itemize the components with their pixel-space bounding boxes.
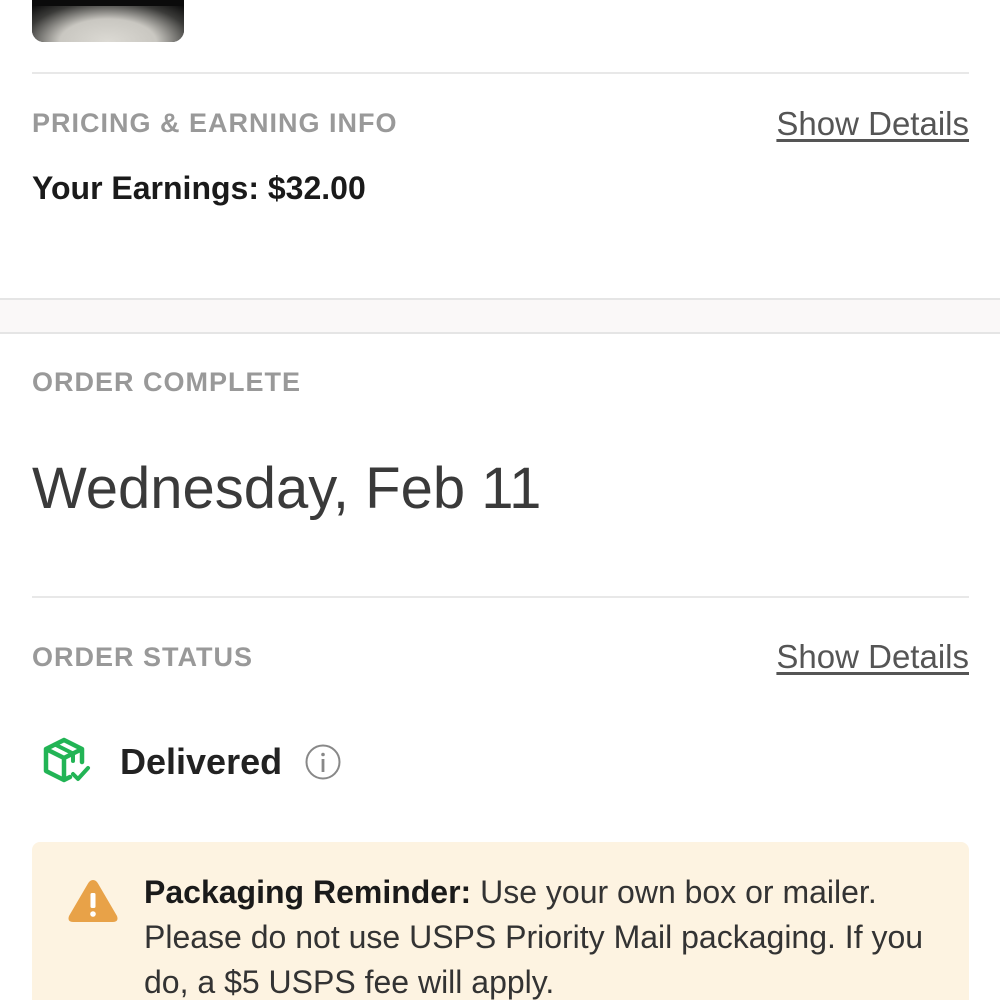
packaging-reminder-notice: Packaging Reminder: Use your own box or … — [32, 842, 969, 1000]
pricing-show-details-link[interactable]: Show Details — [776, 105, 969, 143]
order-status-label: ORDER STATUS — [32, 642, 253, 672]
info-icon[interactable] — [304, 743, 342, 781]
order-detail-page: PRICING & EARNING INFO Show Details Your… — [0, 0, 1000, 1000]
divider — [32, 596, 969, 598]
thumbnail-highlight — [32, 6, 184, 42]
item-thumbnail[interactable] — [32, 0, 184, 42]
divider — [32, 72, 969, 74]
packaging-reminder-title: Packaging Reminder: — [144, 874, 472, 910]
order-status-row: Delivered — [40, 734, 342, 790]
order-status-value: Delivered — [120, 741, 283, 782]
your-earnings: Your Earnings: $32.00 — [32, 170, 366, 206]
package-delivered-icon — [43, 737, 90, 783]
packaging-reminder-text: Packaging Reminder: Use your own box or … — [144, 870, 924, 1000]
warning-icon — [68, 880, 118, 922]
order-status-show-details-link[interactable]: Show Details — [776, 638, 969, 676]
section-separator-band — [0, 298, 1000, 334]
order-complete-label: ORDER COMPLETE — [32, 367, 302, 397]
order-complete-date: Wednesday, Feb 11 — [32, 456, 542, 521]
pricing-section-label: PRICING & EARNING INFO — [32, 108, 398, 138]
